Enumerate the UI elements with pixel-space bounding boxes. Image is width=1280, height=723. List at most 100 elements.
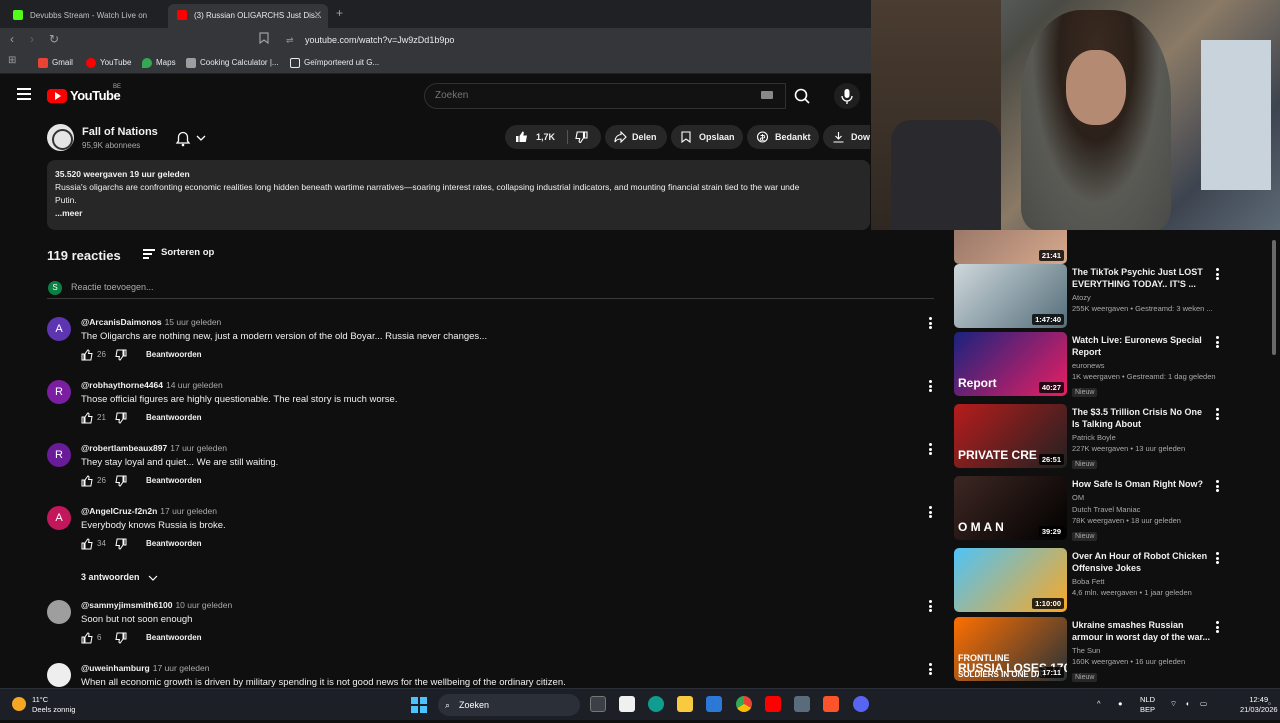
author-handle[interactable]: @robhaythorne4464 [81, 380, 163, 390]
scrollbar-thumb[interactable] [1272, 240, 1276, 355]
bookmark-cooking[interactable]: Cooking Calculator |... [186, 56, 279, 70]
language-indicator[interactable]: NLD BEP [1140, 695, 1155, 715]
thumbs-up-icon[interactable] [81, 632, 93, 644]
author-handle[interactable]: @sammyjimsmith6100 [81, 600, 172, 610]
menu-icon[interactable] [17, 88, 31, 100]
comment-avatar[interactable] [47, 663, 71, 687]
bookmark-maps[interactable]: Maps [142, 56, 176, 70]
video-channel[interactable]: The Sun [1072, 646, 1212, 655]
thumbs-down-icon[interactable] [575, 131, 588, 143]
more-options-icon[interactable] [1214, 480, 1220, 494]
thumbs-up-icon[interactable] [81, 412, 93, 424]
share-button[interactable]: Delen [605, 125, 667, 149]
video-title[interactable]: Over An Hour of Robot Chicken Offensive … [1072, 550, 1212, 574]
microphone-tray-icon[interactable]: ● [1118, 699, 1123, 709]
show-more-link[interactable]: ...meer [55, 207, 862, 220]
video-channel[interactable]: Patrick Boyle [1072, 433, 1212, 442]
thumbs-down-icon[interactable] [115, 475, 127, 487]
comment-time[interactable]: 17 uur geleden [160, 506, 217, 516]
video-title[interactable]: The $3.5 Trillion Crisis No One Is Talki… [1072, 406, 1212, 430]
recommended-video[interactable]: O M A N 39:29 How Safe Is Oman Right Now? O… [954, 476, 1254, 542]
video-channel[interactable]: Boba Fett [1072, 577, 1212, 586]
more-options-icon[interactable] [927, 663, 933, 677]
video-channel[interactable]: Dutch Travel Maniac [1072, 505, 1212, 514]
comment-author[interactable]: @AngelCruz-f2n2n 17 uur geleden [81, 506, 217, 516]
weather-widget[interactable]: 11°C Deels zonnig [12, 695, 75, 715]
author-handle[interactable]: @ArcanisDaimonos [81, 317, 162, 327]
download-button[interactable]: Dow [823, 125, 870, 149]
video-thumbnail[interactable]: 21:41 [954, 230, 1067, 264]
clock[interactable]: 12:49 21/03/2026 [1240, 695, 1278, 715]
recommended-video[interactable]: RUSSIA LOSES 1700+FRONTLINESOLDIERS IN O… [954, 617, 1254, 683]
video-channel[interactable]: euronews [1072, 361, 1212, 370]
comment-time[interactable]: 14 uur geleden [166, 380, 223, 390]
recommended-video[interactable]: 21:41Nieuw [954, 230, 1254, 266]
video-description[interactable]: 35.520 weergaven 19 uur geleden Russia's… [47, 160, 870, 230]
thumbs-up-icon[interactable] [81, 475, 93, 487]
recommended-video[interactable]: Report 40:27 Watch Live: Euronews Special … [954, 332, 1254, 398]
task-view-icon[interactable] [590, 696, 606, 712]
comment-author[interactable]: @robhaythorne4464 14 uur geleden [81, 380, 223, 390]
comment-author[interactable]: @uweinhamburg 17 uur geleden [81, 663, 209, 673]
volume-icon[interactable]: ◖ [1185, 699, 1190, 709]
brave-icon[interactable] [823, 696, 839, 712]
search-button[interactable] [786, 83, 818, 109]
youtube-logo[interactable]: YouTube BE [47, 84, 121, 104]
comment-time[interactable]: 17 uur geleden [170, 443, 227, 453]
tray-overflow-icon[interactable]: ^ [1097, 699, 1101, 709]
more-options-icon[interactable] [1214, 268, 1220, 282]
video-title[interactable]: The TikTok Psychic Just LOST EVERYTHING … [1072, 266, 1212, 290]
save-button[interactable]: Opslaan [671, 125, 743, 149]
thanks-button[interactable]: Bedankt [747, 125, 819, 149]
reply-button[interactable]: Beantwoorden [146, 633, 202, 642]
reply-button[interactable]: Beantwoorden [146, 539, 202, 548]
video-thumbnail[interactable]: Report 40:27 [954, 332, 1067, 396]
reply-button[interactable]: Beantwoorden [146, 413, 202, 422]
start-button[interactable] [411, 697, 427, 713]
more-options-icon[interactable] [1214, 336, 1220, 350]
reload-icon[interactable]: ↻ [49, 32, 59, 46]
channel-avatar[interactable] [47, 124, 74, 151]
store-icon[interactable] [706, 696, 722, 712]
discord-icon[interactable] [853, 696, 869, 712]
reply-button[interactable]: Beantwoorden [146, 350, 202, 359]
wifi-icon[interactable]: ⌔ [1170, 699, 1177, 709]
more-options-icon[interactable] [1214, 408, 1220, 422]
keyboard-icon[interactable] [761, 91, 773, 99]
video-title[interactable]: How Safe Is Oman Right Now? [1072, 478, 1212, 490]
calculator-app-icon[interactable] [794, 696, 810, 712]
address-bar[interactable]: ⇌ youtube.com/watch?v=Jw9zDd1b9po [280, 30, 860, 50]
back-icon[interactable]: ‹ [10, 32, 14, 46]
video-thumbnail[interactable]: RUSSIA LOSES 1700+FRONTLINESOLDIERS IN O… [954, 617, 1067, 681]
thumbs-down-icon[interactable] [115, 349, 127, 361]
new-tab-icon[interactable]: + [336, 6, 343, 20]
notification-icon[interactable]: ▫ [1268, 699, 1271, 709]
author-handle[interactable]: @robertlambeaux897 [81, 443, 167, 453]
author-handle[interactable]: @uweinhamburg [81, 663, 150, 673]
recommended-video[interactable]: 1:47:40 The TikTok Psychic Just LOST EVER… [954, 264, 1254, 330]
more-options-icon[interactable] [927, 600, 933, 614]
recommended-video[interactable]: PRIVATE CRE 26:51 The $3.5 Trillion Crisis… [954, 404, 1254, 470]
thumbs-down-icon[interactable] [115, 538, 127, 550]
more-options-icon[interactable] [927, 506, 933, 520]
video-thumbnail[interactable]: 1:10:00 [954, 548, 1067, 612]
author-handle[interactable]: @AngelCruz-f2n2n [81, 506, 157, 516]
reply-button[interactable]: Beantwoorden [146, 476, 202, 485]
tab-devubbs[interactable]: Devubbs Stream - Watch Live on [4, 4, 164, 28]
taskbar-search[interactable]: ⌕ Zoeken [438, 694, 580, 716]
comment-avatar[interactable]: A [47, 317, 71, 341]
more-options-icon[interactable] [1214, 552, 1220, 566]
notification-bell-button[interactable] [167, 126, 211, 150]
battery-icon[interactable]: ▭ [1200, 699, 1207, 709]
page-scrollbar[interactable] [1270, 230, 1278, 685]
replies-toggle[interactable]: 3 antwoorden [81, 572, 158, 582]
comment-avatar[interactable]: A [47, 506, 71, 530]
more-options-icon[interactable] [927, 317, 933, 331]
comment-avatar[interactable]: R [47, 380, 71, 404]
site-info-icon[interactable]: ⇌ [286, 30, 294, 50]
sort-button[interactable]: Sorteren op [143, 247, 214, 259]
thumbs-down-icon[interactable] [115, 412, 127, 424]
like-count[interactable]: 1,7K [536, 125, 555, 149]
search-input[interactable] [435, 90, 735, 101]
thumbs-down-icon[interactable] [115, 632, 127, 644]
